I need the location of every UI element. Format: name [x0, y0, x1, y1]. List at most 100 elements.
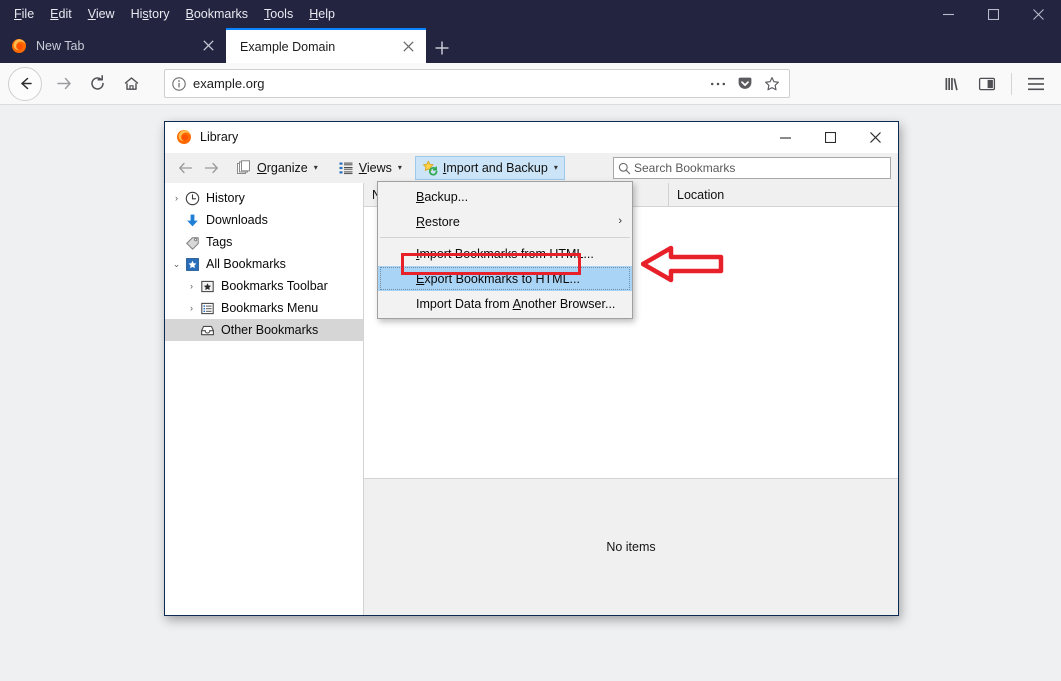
menu-item-label: Backup...	[416, 189, 469, 204]
browser-window-controls	[926, 0, 1061, 28]
browser-menubar: File Edit View History Bookmarks Tools H…	[0, 0, 343, 28]
sidebar-item-bookmarks-menu[interactable]: › Bookmarks Menu	[165, 297, 363, 319]
navigation-toolbar: example.org	[0, 63, 1061, 105]
url-bar-actions	[704, 70, 789, 97]
url-bar[interactable]: example.org	[164, 69, 790, 98]
menubar-item-history[interactable]: History	[123, 4, 178, 24]
hamburger-menu-icon[interactable]	[1019, 67, 1053, 101]
toolbar-divider	[1011, 72, 1012, 95]
bookmarks-list-icon	[199, 300, 215, 316]
toolbar-right-actions	[936, 67, 1061, 101]
menu-item-export-bookmarks-to-html[interactable]: Export Bookmarks to HTML...	[378, 266, 632, 291]
menu-item-label: Import Bookmarks from HTML...	[416, 246, 594, 261]
import-and-backup-button[interactable]: Import and Backup ▾	[414, 156, 565, 180]
home-button[interactable]	[114, 67, 148, 101]
menu-item-import-data-from-another-browser[interactable]: Import Data from Another Browser...	[378, 291, 632, 316]
browser-window: File Edit View History Bookmarks Tools H…	[0, 0, 1061, 681]
item-details-pane: No items	[364, 478, 898, 615]
browser-maximize-button[interactable]	[971, 0, 1016, 28]
pages-stack-icon	[236, 160, 252, 176]
sidebar-item-downloads[interactable]: Downloads	[165, 209, 363, 231]
sidebar-item-history[interactable]: › History	[165, 187, 363, 209]
menubar-item-file[interactable]: File	[6, 4, 42, 24]
clock-icon	[184, 190, 200, 206]
info-circle-icon[interactable]	[165, 76, 193, 91]
library-titlebar: Library	[165, 122, 898, 153]
firefox-logo-icon	[11, 38, 27, 54]
tab-new-tab[interactable]: New Tab	[0, 28, 226, 63]
library-window-controls	[763, 122, 898, 152]
menu-item-label: Export Bookmarks to HTML...	[416, 271, 580, 286]
new-tab-button[interactable]	[426, 33, 458, 63]
back-button[interactable]	[8, 66, 42, 101]
sidebar-item-bookmarks-toolbar[interactable]: › Bookmarks Toolbar	[165, 275, 363, 297]
menubar-item-bookmarks[interactable]: Bookmarks	[178, 4, 257, 24]
browser-titlebar: File Edit View History Bookmarks Tools H…	[0, 0, 1061, 28]
tab-title: New Tab	[36, 38, 85, 53]
menu-item-restore[interactable]: Restore ›	[378, 209, 632, 234]
bookmark-star-icon	[199, 278, 215, 294]
chevron-right-icon[interactable]: ›	[169, 193, 184, 203]
sidebar-item-all-bookmarks[interactable]: ⌄ All Bookmarks	[165, 253, 363, 275]
views-button[interactable]: Views ▾	[331, 156, 409, 180]
library-maximize-button[interactable]	[808, 122, 853, 152]
sidebar-item-label: Bookmarks Toolbar	[221, 279, 328, 293]
reload-button[interactable]	[80, 67, 114, 101]
browser-minimize-button[interactable]	[926, 0, 971, 28]
chevron-down-icon: ▾	[553, 163, 558, 172]
search-placeholder: Search Bookmarks	[634, 161, 736, 175]
sidebar-item-label: All Bookmarks	[206, 257, 286, 271]
sidebar-item-other-bookmarks[interactable]: Other Bookmarks	[165, 319, 363, 341]
menu-item-label: Import Data from Another Browser...	[416, 296, 616, 311]
browser-close-button[interactable]	[1016, 0, 1061, 28]
menu-item-backup[interactable]: Backup...	[378, 184, 632, 209]
organize-label: Organize	[257, 161, 308, 175]
tab-strip: New Tab Example Domain	[0, 28, 1061, 63]
sidebar-item-tags[interactable]: Tags	[165, 231, 363, 253]
inbox-icon	[199, 322, 215, 338]
sidebar-item-label: History	[206, 191, 245, 205]
ellipsis-icon[interactable]	[704, 70, 731, 97]
library-icon[interactable]	[936, 67, 970, 101]
library-window-title: Library	[200, 130, 239, 144]
chevron-down-icon[interactable]: ⌄	[169, 259, 184, 270]
tab-close-icon[interactable]	[196, 34, 220, 58]
tag-icon	[184, 234, 200, 250]
menubar-item-help[interactable]: Help	[301, 4, 343, 24]
star-sync-icon	[422, 160, 438, 176]
menu-item-import-bookmarks-from-html[interactable]: Import Bookmarks from HTML...	[378, 241, 632, 266]
views-label: Views	[358, 161, 392, 175]
chevron-right-icon[interactable]: ›	[184, 303, 199, 313]
import-and-backup-label: Import and Backup	[442, 161, 548, 175]
library-minimize-button[interactable]	[763, 122, 808, 152]
chevron-down-icon: ▾	[313, 163, 318, 172]
menubar-item-view[interactable]: View	[80, 4, 123, 24]
search-icon	[614, 162, 634, 175]
menubar-item-edit[interactable]: Edit	[42, 4, 80, 24]
chevron-right-icon: ›	[618, 215, 622, 227]
firefox-logo-icon	[176, 129, 192, 145]
url-input[interactable]: example.org	[193, 76, 704, 91]
tab-example-domain[interactable]: Example Domain	[226, 28, 426, 63]
forward-button[interactable]	[46, 67, 80, 101]
chevron-right-icon[interactable]: ›	[184, 281, 199, 291]
library-forward-button[interactable]	[198, 157, 223, 179]
menu-separator	[380, 237, 630, 238]
tab-title: Example Domain	[240, 39, 336, 54]
sidebar-icon[interactable]	[970, 67, 1004, 101]
sidebar-item-label: Bookmarks Menu	[221, 301, 319, 315]
menubar-item-tools[interactable]: Tools	[256, 4, 301, 24]
library-toolbar: Organize ▾ Views ▾ Import and Backup ▾ S…	[165, 153, 898, 183]
library-back-button[interactable]	[173, 157, 198, 179]
star-icon[interactable]	[758, 70, 785, 97]
organize-button[interactable]: Organize ▾	[229, 156, 325, 180]
menu-item-label: Restore	[416, 214, 460, 229]
pocket-icon[interactable]	[731, 70, 758, 97]
column-header-location[interactable]: Location	[669, 183, 898, 207]
library-close-button[interactable]	[853, 122, 898, 152]
download-arrow-icon	[184, 212, 200, 228]
search-bookmarks-field[interactable]: Search Bookmarks	[613, 157, 891, 179]
bookmarks-folder-icon	[184, 256, 200, 272]
import-and-backup-menu: Backup... Restore › Import Bookmarks fro…	[377, 181, 633, 319]
tab-close-icon[interactable]	[396, 35, 420, 59]
